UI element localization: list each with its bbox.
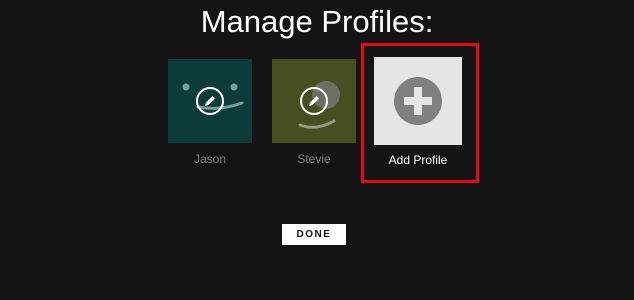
add-profile-button[interactable]: Add Profile [374, 57, 462, 167]
profile-card-jason[interactable]: Jason [168, 59, 252, 166]
plus-circle-icon [394, 77, 442, 125]
profile-card-stevie[interactable]: Stevie [272, 59, 356, 166]
pencil-edit-icon[interactable] [300, 87, 328, 115]
profile-avatar[interactable] [272, 59, 356, 143]
profile-avatar[interactable] [168, 59, 252, 143]
page-title: Manage Profiles: [200, 4, 434, 39]
add-profile-label: Add Profile [388, 153, 448, 167]
profile-name: Stevie [297, 152, 331, 166]
pencil-edit-icon[interactable] [196, 87, 224, 115]
add-profile-tile[interactable] [374, 57, 462, 145]
profile-name: Jason [193, 152, 227, 166]
manage-profiles-screen: Manage Profiles: Jason Stevie Add Profil… [0, 0, 634, 300]
done-button[interactable]: DONE [282, 224, 346, 245]
